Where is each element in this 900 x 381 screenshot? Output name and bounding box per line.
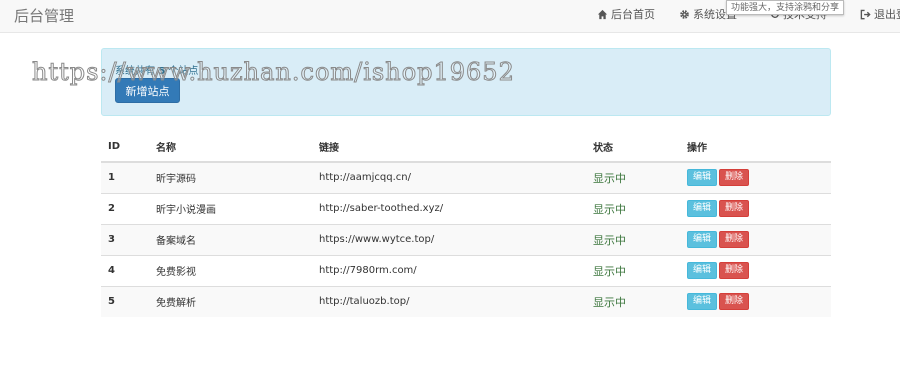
edit-button[interactable]: 编辑 xyxy=(687,262,718,279)
edit-button[interactable]: 编辑 xyxy=(687,231,718,248)
nav-logout-link[interactable]: 退出登 xyxy=(860,6,900,22)
row-actions: 编辑 删除 xyxy=(680,223,831,255)
delete-button[interactable]: 删除 xyxy=(719,231,750,248)
table-header-row: ID 名称 链接 状态 操作 xyxy=(101,132,831,163)
delete-button[interactable]: 删除 xyxy=(719,293,750,311)
home-icon xyxy=(597,9,608,20)
row-actions: 编辑 删除 xyxy=(680,192,831,224)
delete-button[interactable]: 删除 xyxy=(719,200,750,217)
edit-button[interactable]: 编辑 xyxy=(687,200,718,217)
edit-button[interactable]: 编辑 xyxy=(687,169,718,187)
site-count-alert: 系统共有 5 个站点 新增站点 xyxy=(101,48,831,116)
row-id: 2 xyxy=(101,192,149,224)
row-name: 昕宇小说漫画 xyxy=(149,192,312,224)
table-row: 5 免费解析 http://taluozb.top/ 显示中 编辑 删除 xyxy=(101,285,831,317)
column-header-status: 状态 xyxy=(586,132,680,163)
delete-button[interactable]: 删除 xyxy=(719,169,750,187)
column-header-link: 链接 xyxy=(312,132,586,163)
table-row: 4 免费影视 http://7980rm.com/ 显示中 编辑 删除 xyxy=(101,254,831,286)
row-link: http://taluozb.top/ xyxy=(312,285,586,317)
nav-logout-label: 退出登 xyxy=(874,8,900,21)
row-name: 免费解析 xyxy=(149,285,312,317)
row-actions: 编辑 删除 xyxy=(680,285,831,317)
add-site-button[interactable]: 新增站点 xyxy=(115,78,180,103)
edit-button[interactable]: 编辑 xyxy=(687,293,718,311)
row-status: 显示中 xyxy=(586,254,680,286)
brand-title[interactable]: 后台管理 xyxy=(14,5,74,26)
column-header-name: 名称 xyxy=(149,132,312,163)
table-row: 3 备案域名 https://www.wytce.top/ 显示中 编辑 删除 xyxy=(101,223,831,255)
row-status: 显示中 xyxy=(586,192,680,224)
row-link: http://aamjcqq.cn/ xyxy=(312,161,586,193)
row-actions: 编辑 删除 xyxy=(680,254,831,286)
delete-button[interactable]: 删除 xyxy=(719,262,750,279)
row-status: 显示中 xyxy=(586,223,680,255)
row-name: 昕宇源码 xyxy=(149,161,312,193)
row-id: 1 xyxy=(101,161,149,193)
column-header-actions: 操作 xyxy=(680,132,831,163)
table-row: 2 昕宇小说漫画 http://saber-toothed.xyz/ 显示中 编… xyxy=(101,192,831,224)
nav-home-label: 后台首页 xyxy=(611,8,655,21)
row-link: http://7980rm.com/ xyxy=(312,254,586,286)
row-actions: 编辑 删除 xyxy=(680,161,831,193)
row-status: 显示中 xyxy=(586,285,680,317)
site-count-suffix: 个站点 xyxy=(168,66,199,77)
row-name: 免费影视 xyxy=(149,254,312,286)
site-count-text: 系统共有 5 个站点 xyxy=(115,62,198,77)
site-count-prefix: 系统共有 xyxy=(115,66,155,77)
table-row: 1 昕宇源码 http://aamjcqq.cn/ 显示中 编辑 删除 xyxy=(101,161,831,193)
row-link: http://saber-toothed.xyz/ xyxy=(312,192,586,224)
support-tooltip: 功能强大，支持涂鸦和分享 xyxy=(726,0,845,15)
row-name: 备案域名 xyxy=(149,223,312,255)
gear-icon xyxy=(679,9,690,20)
column-header-id: ID xyxy=(101,132,149,163)
sites-table: ID 名称 链接 状态 操作 1 昕宇源码 http://aamjcqq.cn/… xyxy=(101,132,831,317)
site-count-number: 5 xyxy=(158,66,166,77)
row-status: 显示中 xyxy=(586,161,680,193)
top-navbar: 后台管理 后台首页 系统设置 技术支持 退出登 功能强大，支持涂鸦和分享 xyxy=(0,0,900,33)
row-link: https://www.wytce.top/ xyxy=(312,223,586,255)
nav-home-link[interactable]: 后台首页 xyxy=(597,6,655,22)
row-id: 4 xyxy=(101,254,149,286)
row-id: 3 xyxy=(101,223,149,255)
logout-icon xyxy=(860,9,871,20)
row-id: 5 xyxy=(101,285,149,317)
